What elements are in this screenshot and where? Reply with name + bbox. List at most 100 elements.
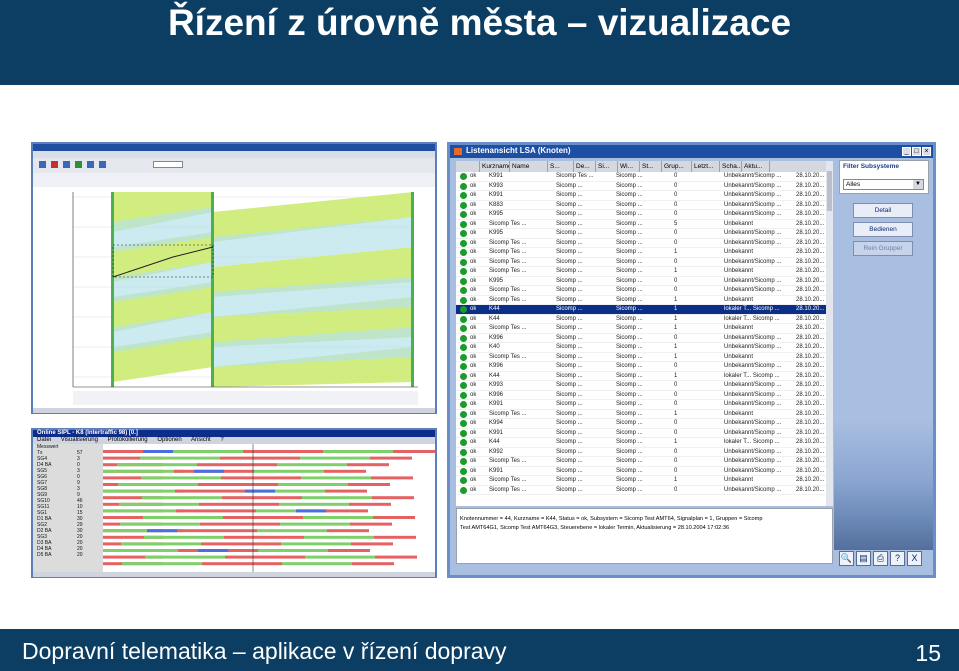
status-ok-icon bbox=[460, 410, 467, 418]
menu-item-help[interactable]: ? bbox=[220, 437, 223, 443]
menu-item-visualisierung[interactable]: Visualisierung bbox=[61, 437, 98, 443]
table-cell: K991 bbox=[489, 173, 504, 179]
table-cell: Sicomp ... bbox=[556, 363, 583, 369]
table-cell: Unbekannt/Sicomp ... bbox=[724, 258, 782, 265]
table-row[interactable]: ok Sicomp Tes ... Sicomp ... Sicomp ... 1 Unb… bbox=[456, 476, 832, 486]
column-header[interactable]: Wi... bbox=[618, 161, 640, 172]
minimize-button[interactable]: _ bbox=[902, 147, 911, 156]
signal-group-row[interactable]: D5 BA 20 bbox=[33, 552, 103, 558]
toolbar-icon[interactable] bbox=[87, 161, 94, 168]
table-row[interactable]: ok Sicomp Tes ... Sicomp ... Sicomp ... 0 Unb… bbox=[456, 239, 832, 248]
toolbar-icon[interactable] bbox=[39, 161, 46, 168]
table-row[interactable]: ok K991 Sicomp ... Sicomp ... 0 Unbekannt/Sic… bbox=[456, 191, 832, 201]
column-header[interactable]: S... bbox=[548, 161, 574, 172]
table-row[interactable]: ok K993 Sicomp ... Sicomp ... 0 Unbekannt/Sic… bbox=[456, 182, 832, 191]
maximize-button[interactable]: □ bbox=[912, 147, 921, 156]
help-icon[interactable]: ? bbox=[890, 551, 905, 566]
zoom-select[interactable] bbox=[153, 161, 183, 168]
table-row[interactable]: ok K996 Sicomp ... Sicomp ... 0 Unbekannt/Sic… bbox=[456, 391, 832, 400]
table-cell: Sicomp ... bbox=[556, 211, 583, 217]
table-row[interactable]: ok K992 Sicomp ... Sicomp ... 0 Unbekannt/Sic… bbox=[456, 448, 832, 457]
table-cell: Sicomp ... bbox=[616, 401, 643, 407]
toolbar-icon[interactable] bbox=[51, 161, 58, 168]
table-row[interactable]: ok K44 Sicomp ... Sicomp ... 1 lokaler T... S… bbox=[456, 305, 832, 315]
table-cell: K44 bbox=[489, 372, 500, 379]
chevron-down-icon[interactable]: ▼ bbox=[913, 180, 923, 189]
table-row[interactable]: ok K44 Sicomp ... Sicomp ... 1 lokaler T... S… bbox=[456, 372, 832, 381]
table-row[interactable]: ok Sicomp Tes ... Sicomp ... Sicomp ... 1 Unb… bbox=[456, 267, 832, 277]
window-close-button[interactable]: × bbox=[922, 147, 931, 156]
column-header-status-icon[interactable] bbox=[456, 161, 480, 172]
column-header[interactable]: De... bbox=[574, 161, 596, 172]
table-cell: 28.10.20... bbox=[796, 420, 825, 426]
column-header[interactable]: Scha... bbox=[720, 161, 742, 172]
node-list-table: Kurzname Name S... De... Si... Wi... St... Grup… bbox=[456, 161, 832, 506]
table-row[interactable]: ok K991 Sicomp ... Sicomp ... 0 Unbekannt/Sic… bbox=[456, 467, 832, 476]
column-header[interactable]: Grup... bbox=[662, 161, 692, 172]
table-row[interactable]: ok Sicomp Tes ... Sicomp ... Sicomp ... 1 Unb… bbox=[456, 324, 832, 334]
table-cell: Sicomp ... bbox=[556, 410, 583, 417]
table-cell: Sicomp Tes ... bbox=[489, 296, 527, 303]
table-cell: Sicomp Tes ... bbox=[489, 258, 527, 265]
table-row[interactable]: ok K40 Sicomp ... Sicomp ... 1 Unbekannt/Sico… bbox=[456, 343, 832, 353]
table-cell: ok bbox=[470, 258, 477, 265]
table-cell: K991 bbox=[489, 467, 504, 474]
print-icon[interactable]: ⎙ bbox=[873, 551, 888, 566]
scrollbar-thumb[interactable] bbox=[827, 171, 832, 211]
table-row[interactable]: ok Sicomp Tes ... Sicomp ... Sicomp ... 1 Unb… bbox=[456, 410, 832, 419]
subsystem-filter-select[interactable]: Alles ▼ bbox=[843, 179, 924, 190]
table-row[interactable]: ok K993 Sicomp ... Sicomp ... 0 Unbekannt/Sic… bbox=[456, 381, 832, 391]
table-row[interactable]: ok Sicomp Tes ... Sicomp ... Sicomp ... 1 Unb… bbox=[456, 296, 832, 305]
close-icon[interactable]: X bbox=[907, 551, 922, 566]
signal-phase-bar bbox=[352, 562, 394, 566]
toolbar-icon[interactable] bbox=[63, 161, 70, 168]
menu-item-datei[interactable]: Datei bbox=[37, 437, 51, 443]
menu-item-optionen[interactable]: Optionen bbox=[157, 437, 181, 443]
table-row[interactable]: ok K995 Sicomp ... Sicomp ... 0 Unbekannt/Sic… bbox=[456, 277, 832, 286]
column-header[interactable]: St... bbox=[640, 161, 662, 172]
detail-button[interactable]: Detail bbox=[853, 203, 913, 218]
vertical-scrollbar[interactable] bbox=[826, 161, 833, 506]
table-row[interactable]: ok Sicomp Tes ... Sicomp ... Sicomp ... 0 Unb… bbox=[456, 486, 832, 495]
column-header[interactable]: Name bbox=[510, 161, 548, 172]
table-cell: Unbekannt/Sicomp ... bbox=[724, 344, 782, 350]
table-row[interactable]: ok K995 Sicomp ... Sicomp ... 0 Unbekannt/Sic… bbox=[456, 210, 832, 220]
menu-item-protokollierung[interactable]: Protokollierung bbox=[108, 437, 148, 443]
status-ok-icon bbox=[460, 467, 467, 475]
bedienen-button[interactable]: Bedienen bbox=[853, 222, 913, 237]
table-cell: ok bbox=[470, 382, 477, 388]
table-row[interactable]: ok K883 Sicomp ... Sicomp ... 0 Unbekannt/Sic… bbox=[456, 201, 832, 210]
table-row[interactable]: ok K991 Sicomp ... Sicomp ... 0 Unbekannt/Sic… bbox=[456, 400, 832, 410]
column-header[interactable]: Kurzname bbox=[480, 161, 510, 172]
table-row[interactable]: ok Sicomp Tes ... Sicomp ... Sicomp ... 5 Unb… bbox=[456, 220, 832, 229]
export-icon[interactable]: ▤ bbox=[856, 551, 871, 566]
toolbar-icon[interactable] bbox=[99, 161, 106, 168]
table-cell: Sicomp ... bbox=[556, 287, 583, 293]
table-cell: ok bbox=[470, 315, 477, 322]
table-row[interactable]: ok K44 Sicomp ... Sicomp ... 1 lokaler T... S… bbox=[456, 315, 832, 324]
toolbar-icon[interactable] bbox=[75, 161, 82, 168]
table-row[interactable]: ok Sicomp Tes ... Sicomp ... Sicomp ... 0 Unb… bbox=[456, 258, 832, 267]
table-row[interactable]: ok K996 Sicomp ... Sicomp ... 0 Unbekannt/Sic… bbox=[456, 334, 832, 343]
table-row[interactable]: ok K994 Sicomp ... Sicomp ... 0 Unbekannt/Sic… bbox=[456, 419, 832, 429]
filter-panel: Filter Subsysteme Alles ▼ bbox=[839, 160, 929, 194]
status-ok-icon bbox=[460, 268, 467, 275]
table-row[interactable]: ok Sicomp Tes ... Sicomp ... Sicomp ... 0 Unb… bbox=[456, 286, 832, 296]
table-row[interactable]: ok Sicomp Tes ... Sicomp ... Sicomp ... 0 Unb… bbox=[456, 457, 832, 467]
table-row[interactable]: ok K995 Sicomp ... Sicomp ... 0 Unbekannt/Sic… bbox=[456, 229, 832, 239]
column-header[interactable]: Aktu... bbox=[742, 161, 770, 172]
zoom-icon[interactable]: 🔍 bbox=[839, 551, 854, 566]
column-header[interactable]: Si... bbox=[596, 161, 618, 172]
column-header[interactable]: Letzt... bbox=[692, 161, 720, 172]
table-row[interactable]: ok K991 Sicomp Tes ... Sicomp ... 0 Unbekannt… bbox=[456, 172, 832, 182]
table-row[interactable]: ok Sicomp Tes ... Sicomp ... Sicomp ... 1 Unb… bbox=[456, 248, 832, 258]
table-row[interactable]: ok K44 Sicomp ... Sicomp ... 1 lokaler T... S… bbox=[456, 438, 832, 448]
table-cell: Unbekannt/Sicomp ... bbox=[724, 192, 782, 198]
table-row[interactable]: ok K991 Sicomp ... Sicomp ... 0 Unbekannt/Sic… bbox=[456, 429, 832, 438]
table-row[interactable]: ok Sicomp Tes ... Sicomp ... Sicomp ... 1 Unb… bbox=[456, 353, 832, 362]
menu-item-ansicht[interactable]: Ansicht bbox=[191, 437, 211, 443]
table-cell: 1 bbox=[674, 296, 678, 303]
group-button[interactable]: Rein Grupper bbox=[853, 241, 913, 256]
list-view-screenshot: Listenansicht LSA (Knoten) _ □ × Kurznam… bbox=[447, 142, 936, 578]
table-row[interactable]: ok K996 Sicomp ... Sicomp ... 0 Unbekannt/Sic… bbox=[456, 362, 832, 372]
